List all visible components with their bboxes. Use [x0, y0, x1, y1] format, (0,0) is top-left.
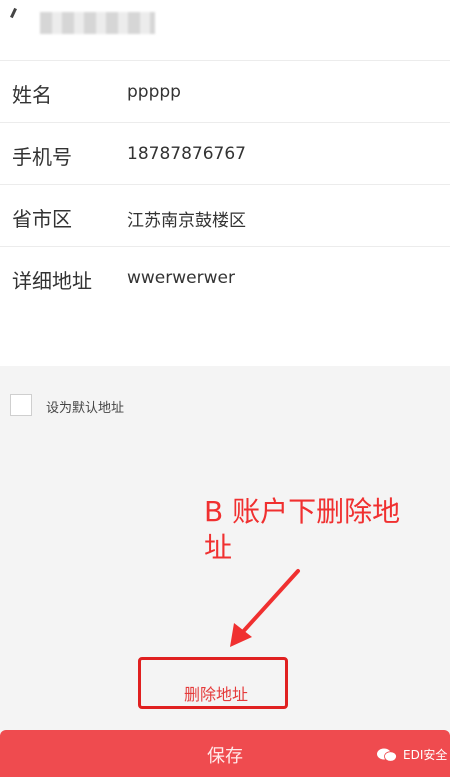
- wechat-icon: [377, 748, 397, 762]
- annotation-text: B 账户下删除地址: [204, 495, 401, 564]
- name-field[interactable]: ppppp: [127, 82, 181, 102]
- region-row[interactable]: 省市区 江苏南京鼓楼区: [0, 184, 450, 246]
- phone-row[interactable]: 手机号 18787876767: [0, 122, 450, 184]
- region-field[interactable]: 江苏南京鼓楼区: [127, 206, 246, 231]
- back-icon[interactable]: [10, 7, 17, 19]
- default-address-checkbox[interactable]: [10, 394, 32, 416]
- default-address-label: 设为默认地址: [46, 401, 125, 416]
- name-row[interactable]: 姓名 ppppp: [0, 60, 450, 122]
- watermark-text: EDI安全: [403, 748, 448, 762]
- top-bar: [0, 0, 450, 48]
- address-form: 姓名 ppppp 手机号 18787876767 省市区 江苏南京鼓楼区 详细地…: [0, 60, 450, 308]
- detail-address-label: 详细地址: [12, 269, 92, 293]
- delete-address-button[interactable]: 删除地址: [184, 681, 248, 705]
- phone-label: 手机号: [12, 145, 72, 169]
- phone-field[interactable]: 18787876767: [127, 144, 246, 164]
- detail-address-row[interactable]: 详细地址 wwerwerwer: [0, 246, 450, 308]
- detail-address-field[interactable]: wwerwerwer: [127, 268, 235, 288]
- annotation-arrow-icon: [230, 569, 300, 647]
- watermark: EDI安全: [376, 746, 447, 763]
- name-label: 姓名: [12, 83, 52, 107]
- region-label: 省市区: [12, 207, 72, 231]
- blurred-page-title: [40, 12, 155, 34]
